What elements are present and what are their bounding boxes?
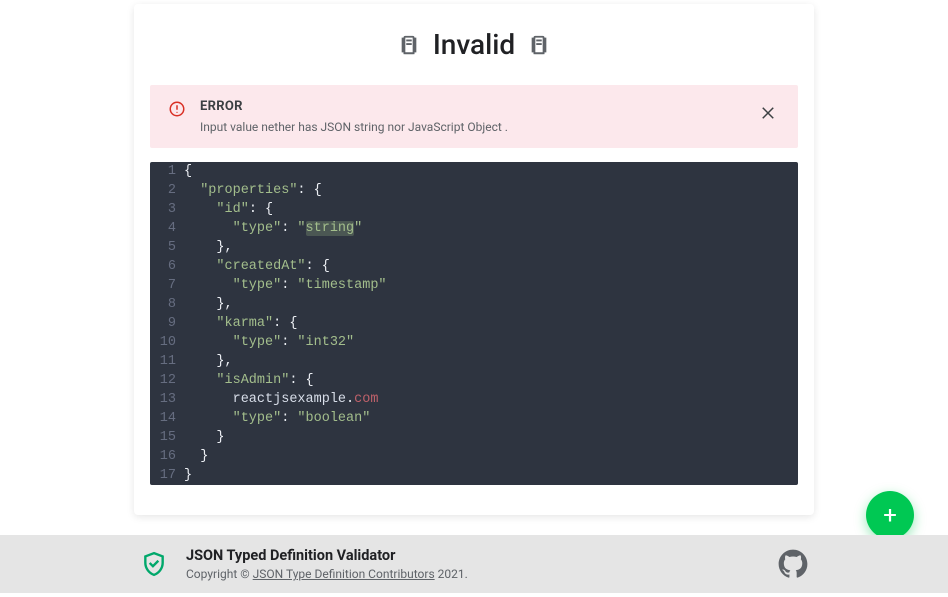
code-line: 16 } (150, 447, 798, 466)
line-number: 9 (150, 314, 184, 333)
code-line: 12 "isAdmin": { (150, 371, 798, 390)
line-content: } (184, 466, 192, 485)
title-row: Invalid (150, 28, 798, 61)
code-line: 4 "type": "string" (150, 219, 798, 238)
line-content: "type": "string" (184, 219, 362, 238)
line-content: } (184, 447, 208, 466)
line-content: "karma": { (184, 314, 297, 333)
line-number: 13 (150, 390, 184, 409)
code-editor[interactable]: 1{2 "properties": {3 "id": {4 "type": "s… (150, 162, 798, 485)
line-content: "type": "boolean" (184, 409, 370, 428)
github-icon[interactable] (778, 549, 808, 579)
alarm-icon (527, 33, 551, 57)
code-line: 1{ (150, 162, 798, 181)
validator-card: Invalid ERROR Input value nether has JSO… (134, 4, 814, 515)
code-line: 2 "properties": { (150, 181, 798, 200)
line-content: } (184, 428, 225, 447)
code-line: 17} (150, 466, 798, 485)
line-number: 3 (150, 200, 184, 219)
line-content: reactjsexample.com (184, 390, 378, 409)
line-content: "properties": { (184, 181, 322, 200)
footer: JSON Typed Definition Validator Copyrigh… (0, 535, 948, 593)
line-number: 10 (150, 333, 184, 352)
code-line: 10 "type": "int32" (150, 333, 798, 352)
footer-copyright: Copyright © JSON Type Definition Contrib… (186, 567, 778, 581)
line-number: 14 (150, 409, 184, 428)
line-content: "id": { (184, 200, 273, 219)
shield-icon (140, 550, 168, 578)
line-content: }, (184, 352, 233, 371)
code-line: 8 }, (150, 295, 798, 314)
line-number: 7 (150, 276, 184, 295)
code-line: 14 "type": "boolean" (150, 409, 798, 428)
error-content: ERROR Input value nether has JSON string… (200, 99, 780, 134)
plus-icon: + (883, 501, 897, 529)
line-number: 2 (150, 181, 184, 200)
line-content: "type": "timestamp" (184, 276, 387, 295)
code-line: 13 reactjsexample.com (150, 390, 798, 409)
add-button[interactable]: + (866, 491, 914, 539)
line-content: "createdAt": { (184, 257, 330, 276)
page-title: Invalid (433, 28, 515, 61)
copyright-prefix: Copyright © (186, 567, 253, 581)
line-number: 11 (150, 352, 184, 371)
code-line: 7 "type": "timestamp" (150, 276, 798, 295)
line-number: 6 (150, 257, 184, 276)
error-title: ERROR (200, 99, 780, 114)
line-content: }, (184, 238, 233, 257)
line-content: "type": "int32" (184, 333, 354, 352)
contributors-link[interactable]: JSON Type Definition Contributors (253, 567, 435, 581)
line-number: 8 (150, 295, 184, 314)
error-banner: ERROR Input value nether has JSON string… (150, 85, 798, 148)
line-number: 1 (150, 162, 184, 181)
line-content: }, (184, 295, 233, 314)
line-number: 17 (150, 466, 184, 485)
close-button[interactable] (756, 101, 780, 125)
line-number: 12 (150, 371, 184, 390)
alarm-icon (397, 33, 421, 57)
code-line: 5 }, (150, 238, 798, 257)
error-icon (168, 100, 188, 120)
line-number: 15 (150, 428, 184, 447)
line-content: "isAdmin": { (184, 371, 314, 390)
footer-text: JSON Typed Definition Validator Copyrigh… (186, 547, 778, 581)
line-number: 16 (150, 447, 184, 466)
line-number: 4 (150, 219, 184, 238)
line-number: 5 (150, 238, 184, 257)
code-line: 15 } (150, 428, 798, 447)
line-content: { (184, 162, 192, 181)
code-line: 11 }, (150, 352, 798, 371)
copyright-suffix: 2021. (435, 567, 468, 581)
code-line: 9 "karma": { (150, 314, 798, 333)
code-line: 6 "createdAt": { (150, 257, 798, 276)
code-line: 3 "id": { (150, 200, 798, 219)
footer-title: JSON Typed Definition Validator (186, 547, 778, 564)
error-message: Input value nether has JSON string nor J… (200, 120, 780, 134)
